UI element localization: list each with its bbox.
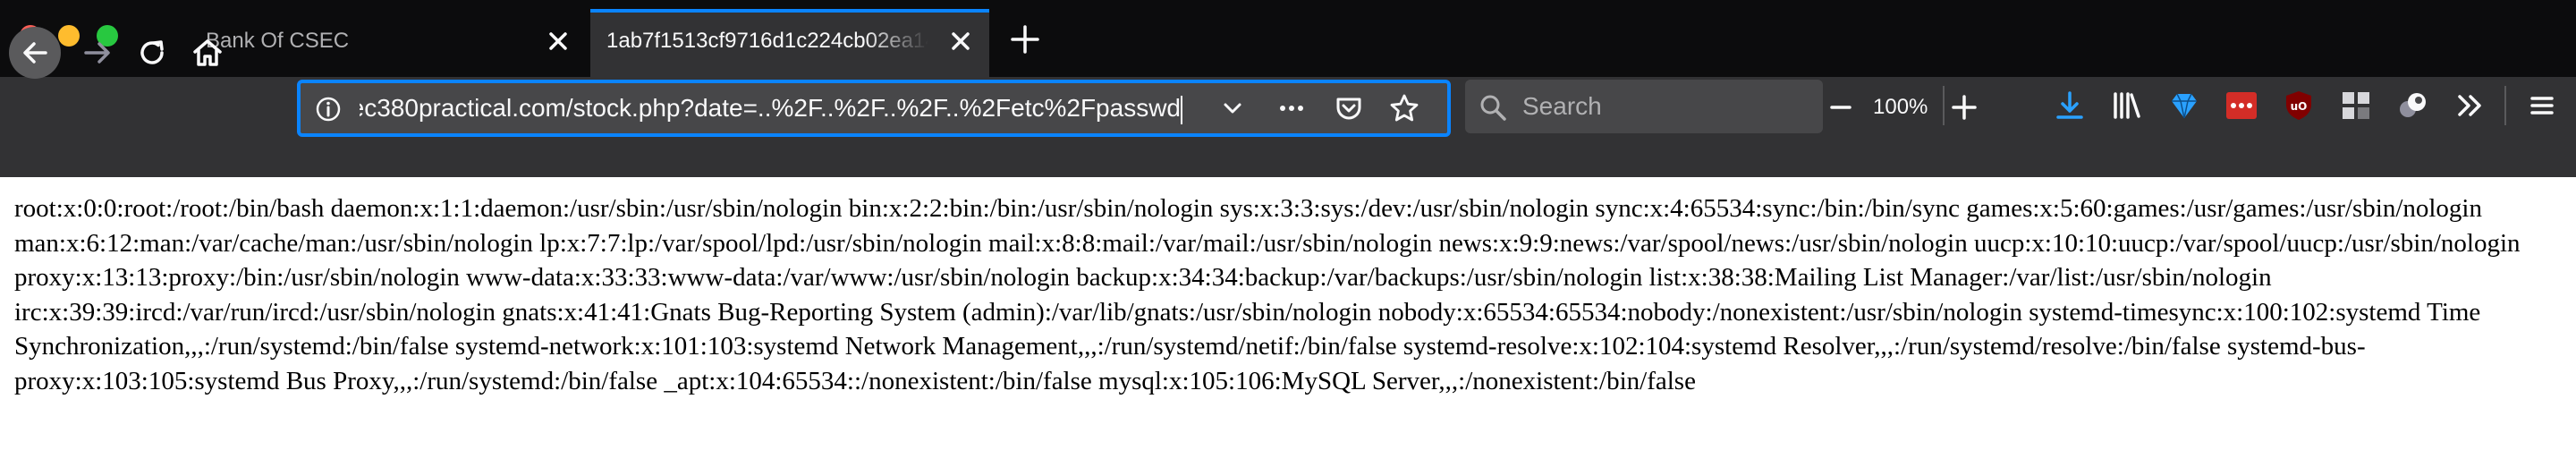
forward-arrow-icon [84, 42, 110, 64]
svg-text:uO: uO [2291, 100, 2308, 113]
extension-grid-icon[interactable] [2336, 86, 2376, 125]
downloads-icon[interactable] [2050, 86, 2089, 125]
url-dropdown-chevron-icon[interactable] [1216, 92, 1249, 124]
back-button[interactable] [9, 27, 61, 79]
search-placeholder: Search [1522, 92, 1602, 120]
minus-icon [1830, 106, 1852, 109]
tab-close-icon[interactable] [542, 25, 574, 57]
search-icon [1478, 92, 1508, 127]
tab-active-passwd[interactable]: 1ab7f1513cf9716d1c224cb02ea14a [590, 9, 989, 77]
toolbar-divider [2504, 86, 2506, 125]
search-bar[interactable]: Search [1465, 80, 1823, 133]
url-input[interactable]: 1.csec380practical.com/stock.php?date=..… [360, 90, 1182, 126]
library-icon[interactable] [2107, 86, 2147, 125]
ublock-icon[interactable]: uO [2279, 86, 2318, 125]
site-info-icon[interactable] [315, 96, 342, 127]
page-actions-more-icon[interactable] [1275, 92, 1308, 124]
url-value: 1.csec380practical.com/stock.php?date=..… [360, 94, 1181, 122]
tab-bar: Bank Of CSEC 1ab7f1513cf9716d1c224cb02ea… [0, 0, 2576, 77]
bookmark-star-icon[interactable] [1388, 92, 1420, 124]
pocket-icon[interactable] [1333, 92, 1365, 124]
url-bar[interactable]: 1.csec380practical.com/stock.php?date=..… [297, 80, 1451, 137]
tab-title: Bank Of CSEC [206, 29, 350, 53]
zoom-level[interactable]: 100% [1873, 91, 1928, 123]
forward-button[interactable] [72, 26, 125, 80]
browser-chrome: Bank Of CSEC 1ab7f1513cf9716d1c224cb02ea… [0, 0, 2576, 177]
home-icon [193, 39, 222, 66]
hamburger-menu-icon[interactable] [2522, 86, 2562, 125]
extension-figures-icon[interactable] [2394, 86, 2433, 125]
lastpass-icon[interactable] [2222, 86, 2261, 125]
back-arrow-icon [23, 42, 47, 64]
zoom-in-button[interactable] [1945, 88, 1984, 127]
text-caret [1181, 95, 1182, 124]
tab-close-icon[interactable] [945, 25, 977, 57]
tab-bank-of-csec[interactable]: Bank Of CSEC [188, 9, 587, 77]
plus-icon [1952, 95, 1977, 120]
tab-title: 1ab7f1513cf9716d1c224cb02ea14a [606, 29, 928, 53]
new-tab-button[interactable] [1004, 18, 1046, 61]
reload-button[interactable] [125, 26, 179, 80]
plus-icon [1011, 25, 1039, 54]
zoom-out-button[interactable] [1821, 88, 1860, 127]
page-body-text: root:x:0:0:root:/root:/bin/bash daemon:x… [14, 194, 2521, 395]
home-button[interactable] [181, 26, 234, 80]
extension-diamond-icon[interactable] [2165, 86, 2204, 125]
reload-icon [140, 40, 164, 64]
overflow-chevrons-icon[interactable] [2451, 86, 2490, 125]
